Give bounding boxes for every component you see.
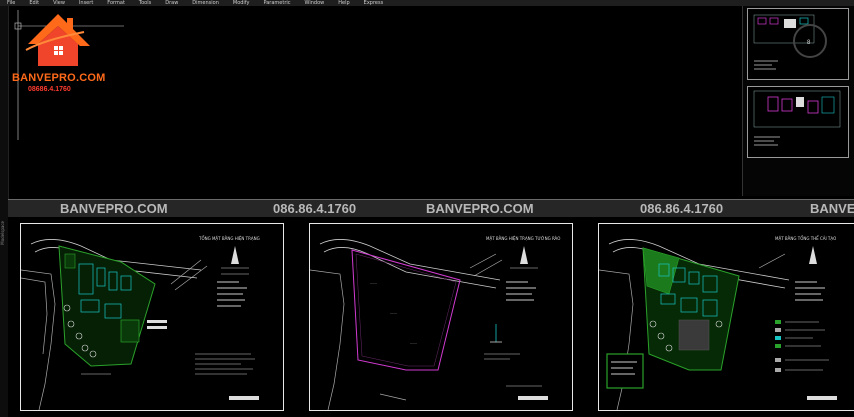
menu-draw[interactable]: Draw <box>158 0 185 6</box>
banner-brand-1: BANVEPRO.COM <box>60 201 168 216</box>
menu-help[interactable]: Help <box>331 0 356 6</box>
svg-text:-------: ------- <box>410 341 417 345</box>
menu-bar: File Edit View Insert Format Tools Draw … <box>0 0 854 6</box>
modelspace-label: Modelspace <box>0 221 5 245</box>
layout-thumbnails-panel: 8 <box>742 6 854 196</box>
menu-tools[interactable]: Tools <box>132 0 158 6</box>
watermark-banner: BANVEPRO.COM 086.86.4.1760 BANVEPRO.COM … <box>8 199 854 219</box>
renovation-plan-drawing <box>599 239 837 410</box>
thumbnail-sheet-2[interactable] <box>747 86 849 158</box>
site-plan-drawing <box>21 239 259 410</box>
watermark-logo: BANVEPRO.COM 08686.4.1760 <box>10 10 110 100</box>
svg-text:-------: ------- <box>370 281 377 285</box>
banner-brand-3: BANVEPRO.COM <box>810 201 854 216</box>
menu-dimension[interactable]: Dimension <box>185 0 226 6</box>
fence-plan-drawing: ------- ------- ------- <box>310 239 548 410</box>
drawing-area[interactable]: TỔNG MẶT BẰNG HIỆN TRẠNG MẶT BẰNG HIỆN T… <box>8 217 854 417</box>
sheet-overall-renovation-plan[interactable]: MẶT BẰNG TỔNG THỂ CẢI TẠO <box>598 223 854 411</box>
menu-window[interactable]: Window <box>298 0 332 6</box>
menu-view[interactable]: View <box>46 0 72 6</box>
banner-phone-2: 086.86.4.1760 <box>640 201 724 216</box>
menu-parametric[interactable]: Parametric <box>256 0 297 6</box>
banner-brand-2: BANVEPRO.COM <box>426 201 534 216</box>
menu-format[interactable]: Format <box>100 0 132 6</box>
svg-text:-------: ------- <box>390 311 397 315</box>
house-logo-icon <box>25 14 90 66</box>
thumbnail-sheet-1[interactable]: 8 <box>747 8 849 80</box>
menu-modify[interactable]: Modify <box>226 0 257 6</box>
logo-brand-text: BANVEPRO.COM <box>12 72 106 84</box>
sheet-existing-site-plan[interactable]: TỔNG MẶT BẰNG HIỆN TRẠNG <box>20 223 284 411</box>
menu-insert[interactable]: Insert <box>72 0 100 6</box>
sheet-existing-fence-plan[interactable]: MẶT BẰNG HIỆN TRẠNG TƯỜNG RÀO ------- --… <box>309 223 573 411</box>
menu-edit[interactable]: Edit <box>22 0 46 6</box>
logo-phone-text: 08686.4.1760 <box>28 86 71 93</box>
banner-phone-1: 086.86.4.1760 <box>273 201 357 216</box>
menu-express[interactable]: Express <box>357 0 391 6</box>
